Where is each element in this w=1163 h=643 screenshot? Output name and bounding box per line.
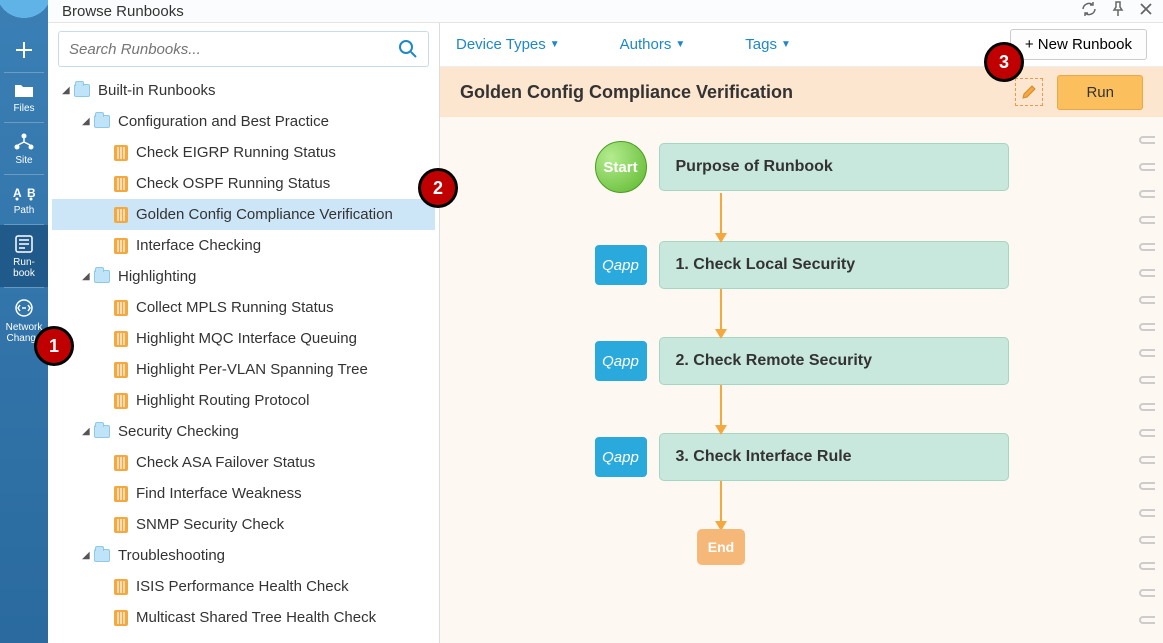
spiral-binding xyxy=(1139,117,1159,643)
tree-item[interactable]: Check ASA Failover Status xyxy=(52,447,435,478)
left-sidebar: Files Site AB Path Run- book Network Cha… xyxy=(0,0,48,643)
edit-button[interactable] xyxy=(1015,78,1043,106)
close-icon[interactable] xyxy=(1139,2,1153,20)
callout-1: 1 xyxy=(34,326,74,366)
qapp-node[interactable]: Qapp xyxy=(595,245,647,285)
filter-tags[interactable]: Tags▼ xyxy=(745,36,791,53)
window-title: Browse Runbooks xyxy=(62,3,1081,20)
folder-icon xyxy=(14,83,34,99)
tree-panel: ◢Built-in Runbooks ◢Configuration and Be… xyxy=(48,23,440,643)
folder-icon xyxy=(94,549,110,562)
tree-folder[interactable]: ◢Configuration and Best Practice xyxy=(52,106,435,137)
sidebar-item-add[interactable] xyxy=(0,30,48,72)
tree-folder[interactable]: ◢Troubleshooting xyxy=(52,540,435,571)
tree-item-selected[interactable]: Golden Config Compliance Verification xyxy=(52,199,435,230)
plus-icon xyxy=(14,40,34,60)
step-box[interactable]: 1. Check Local Security xyxy=(659,241,1009,289)
tree-item[interactable]: Check EIGRP Running Status xyxy=(52,137,435,168)
tree-item[interactable]: Highlight MQC Interface Queuing xyxy=(52,323,435,354)
sidebar-item-site[interactable]: Site xyxy=(0,123,48,174)
caret-down-icon: ▼ xyxy=(781,39,791,50)
sidebar-label: Files xyxy=(13,103,34,114)
run-button[interactable]: Run xyxy=(1057,75,1143,110)
book-icon xyxy=(114,238,128,254)
tree-item[interactable]: Highlight Per-VLAN Spanning Tree xyxy=(52,354,435,385)
sidebar-item-files[interactable]: Files xyxy=(0,73,48,122)
book-icon xyxy=(114,145,128,161)
flow-arrow xyxy=(720,289,722,337)
flow-arrow xyxy=(720,193,722,241)
sidebar-label: Run- book xyxy=(13,257,35,279)
flow-arrow xyxy=(720,481,722,529)
pencil-icon xyxy=(1021,84,1037,100)
titlebar: Browse Runbooks xyxy=(48,0,1163,23)
search-input[interactable] xyxy=(69,41,398,58)
tree-item[interactable]: Highlight Routing Protocol xyxy=(52,385,435,416)
new-runbook-button[interactable]: + New Runbook xyxy=(1010,29,1147,60)
book-icon xyxy=(114,610,128,626)
step-box[interactable]: 3. Check Interface Rule xyxy=(659,433,1009,481)
callout-3: 3 xyxy=(984,42,1024,82)
flow-arrow xyxy=(720,385,722,433)
tree-folder-root[interactable]: ◢Built-in Runbooks xyxy=(52,75,435,106)
caret-down-icon: ▼ xyxy=(550,39,560,50)
sidebar-item-runbook[interactable]: Run- book xyxy=(0,225,48,287)
qapp-node[interactable]: Qapp xyxy=(595,437,647,477)
book-icon xyxy=(114,331,128,347)
network-change-icon xyxy=(14,298,34,318)
tree-item[interactable]: Multicast Shared Tree Health Check xyxy=(52,602,435,633)
refresh-icon[interactable] xyxy=(1081,1,1097,21)
sidebar-item-path[interactable]: AB Path xyxy=(0,175,48,224)
tree-item[interactable]: Collect MPLS Running Status xyxy=(52,292,435,323)
book-icon xyxy=(114,517,128,533)
book-icon xyxy=(114,176,128,192)
site-icon xyxy=(13,133,35,151)
end-node[interactable]: End xyxy=(697,529,745,565)
folder-icon xyxy=(74,84,90,97)
tree-item[interactable]: Check OSPF Running Status xyxy=(52,168,435,199)
folder-icon xyxy=(94,115,110,128)
search-box[interactable] xyxy=(58,31,429,67)
flow-canvas: Start Purpose of Runbook Qapp 1. Check L… xyxy=(440,117,1163,643)
logo-circle xyxy=(0,0,48,30)
filter-device-types[interactable]: Device Types▼ xyxy=(456,36,560,53)
tree-item[interactable]: SNMP Security Check xyxy=(52,509,435,540)
caret-down-icon: ▼ xyxy=(675,39,685,50)
book-icon xyxy=(114,207,128,223)
tree-folder[interactable]: ◢Highlighting xyxy=(52,261,435,292)
detail-header: Golden Config Compliance Verification Ru… xyxy=(440,67,1163,117)
callout-2: 2 xyxy=(418,168,458,208)
book-icon xyxy=(114,455,128,471)
path-icon: AB xyxy=(13,185,35,201)
folder-icon xyxy=(94,270,110,283)
runbook-icon xyxy=(15,235,33,253)
tree-item[interactable]: Interface Checking xyxy=(52,230,435,261)
folder-icon xyxy=(94,425,110,438)
step-box[interactable]: 2. Check Remote Security xyxy=(659,337,1009,385)
sidebar-label: Path xyxy=(14,205,35,216)
start-node[interactable]: Start xyxy=(595,141,647,193)
book-icon xyxy=(114,486,128,502)
pin-icon[interactable] xyxy=(1111,1,1125,21)
tree-folder[interactable]: ◢Security Checking xyxy=(52,416,435,447)
detail-panel: Device Types▼ Authors▼ Tags▼ + New Runbo… xyxy=(440,23,1163,643)
book-icon xyxy=(114,300,128,316)
tree-item[interactable]: ISIS Performance Health Check xyxy=(52,571,435,602)
filter-toolbar: Device Types▼ Authors▼ Tags▼ + New Runbo… xyxy=(440,23,1163,67)
runbook-tree[interactable]: ◢Built-in Runbooks ◢Configuration and Be… xyxy=(48,75,439,643)
tree-item[interactable]: Find Interface Weakness xyxy=(52,478,435,509)
sidebar-label: Site xyxy=(15,155,32,166)
detail-title: Golden Config Compliance Verification xyxy=(460,82,1015,103)
step-box[interactable]: Purpose of Runbook xyxy=(659,143,1009,191)
book-icon xyxy=(114,579,128,595)
qapp-node[interactable]: Qapp xyxy=(595,341,647,381)
book-icon xyxy=(114,393,128,409)
search-icon xyxy=(398,39,418,59)
book-icon xyxy=(114,362,128,378)
filter-authors[interactable]: Authors▼ xyxy=(620,36,686,53)
